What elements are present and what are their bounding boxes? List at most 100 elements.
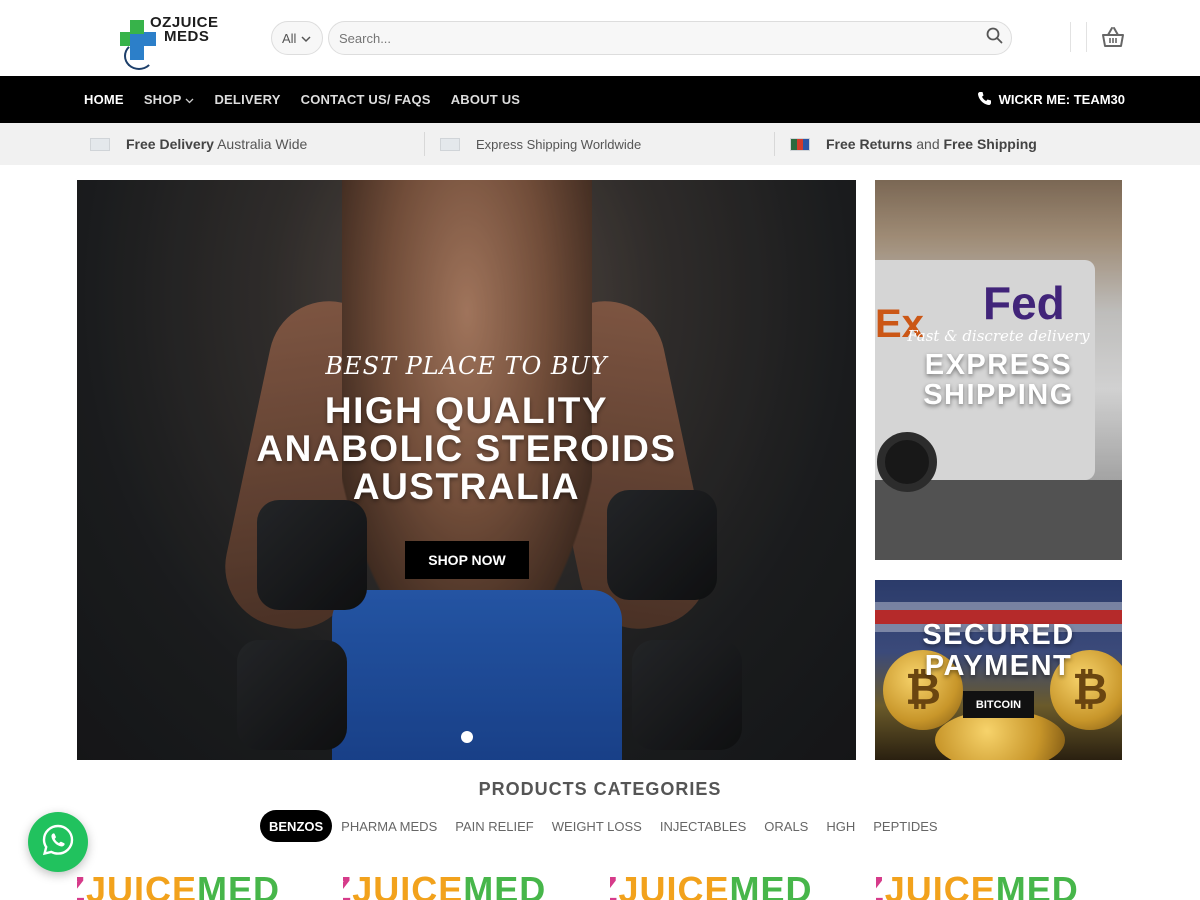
shop-now-button[interactable]: SHOP NOW — [405, 541, 529, 579]
search-category-select[interactable]: All — [271, 21, 323, 55]
info-item-shipping: Express Shipping Worldwide — [440, 123, 641, 165]
hero-slider: BEST PLACE TO BUY HIGH QUALITY ANABOLIC … — [77, 180, 856, 760]
express-shipping-banner[interactable]: Fed Ex Fast & discrete delivery EXPRESS … — [875, 180, 1122, 560]
product-image-brand: ZJUICEMED — [343, 869, 546, 900]
product-card[interactable]: ZJUICEMED — [876, 855, 1122, 900]
whatsapp-chat-button[interactable] — [28, 812, 88, 872]
info-item-delivery: Free Delivery Australia Wide — [90, 123, 307, 165]
banner-title-line: PAYMENT — [924, 650, 1073, 682]
nav-contact-label: WICKR ME: TEAM30 — [998, 92, 1125, 107]
info-text: Express Shipping Worldwide — [476, 136, 642, 152]
nav-contact-link[interactable]: WICKR ME: TEAM30 — [977, 76, 1125, 123]
nav-item-delivery[interactable]: DELIVERY — [214, 92, 280, 107]
brand-text: Z — [77, 869, 86, 900]
chevron-down-icon — [301, 31, 311, 46]
product-image-brand: ZJUICEMED — [77, 869, 280, 900]
cart-button[interactable] — [1100, 26, 1126, 50]
hero-title-line: HIGH QUALITY — [324, 390, 609, 431]
nav-item-label: DELIVERY — [214, 92, 281, 107]
basket-icon — [1100, 27, 1126, 52]
header-divider — [1086, 22, 1087, 52]
nav-item-label: CONTACT US/ FAQS — [300, 92, 431, 107]
brand-text: JUICE — [884, 869, 996, 900]
product-image-brand: ZJUICEMED — [610, 869, 813, 900]
site-header: OZJUICE MEDS All — [0, 0, 1200, 76]
banner-title: EXPRESS SHIPPING — [875, 350, 1122, 410]
phone-icon — [977, 91, 992, 109]
hero-title-line: ANABOLIC STEROIDS — [256, 428, 677, 469]
tab-peptides[interactable]: PEPTIDES — [864, 810, 946, 842]
secured-payment-banner[interactable]: ₿ ₿ SECURED PAYMENT BITCOIN — [875, 580, 1122, 760]
flag-icon — [440, 137, 460, 151]
chevron-down-icon — [185, 92, 194, 107]
tab-benzos[interactable]: BENZOS — [260, 810, 333, 842]
banner-title-line: EXPRESS — [924, 349, 1073, 381]
brand-text: Z — [343, 869, 352, 900]
info-text-rest: and — [912, 136, 944, 152]
nav-menu: HOME SHOP DELIVERY CONTACT US/ FAQS ABOU… — [84, 76, 520, 123]
brand-text: MED — [197, 869, 281, 900]
search-button[interactable] — [977, 21, 1011, 55]
info-item-returns: Free Returns and Free Shipping — [790, 123, 1037, 165]
info-text-bold: Free Delivery — [126, 136, 214, 152]
flag-icon — [90, 137, 110, 151]
tab-injectables[interactable]: INJECTABLES — [651, 810, 755, 842]
category-tabs: BENZOS PHARMA MEDS PAIN RELIEF WEIGHT LO… — [260, 810, 947, 842]
banner-title-line: SHIPPING — [923, 379, 1074, 411]
nav-item-shop[interactable]: SHOP — [144, 92, 195, 107]
tab-weight-loss[interactable]: WEIGHT LOSS — [543, 810, 651, 842]
main-navigation: HOME SHOP DELIVERY CONTACT US/ FAQS ABOU… — [0, 76, 1200, 123]
info-text: Free Returns and Free Shipping — [826, 136, 1037, 152]
site-logo[interactable]: OZJUICE MEDS — [120, 14, 220, 72]
nav-item-home[interactable]: HOME — [84, 92, 124, 107]
tab-pain-relief[interactable]: PAIN RELIEF — [446, 810, 543, 842]
brand-text: MED — [463, 869, 547, 900]
categories-heading: PRODUCTS CATEGORIES — [478, 779, 722, 799]
bitcoin-button[interactable]: BITCOIN — [963, 691, 1034, 718]
search-category-value: All — [282, 30, 297, 46]
tab-orals[interactable]: ORALS — [755, 810, 817, 842]
brand-text: Z — [876, 869, 885, 900]
search-input[interactable] — [339, 30, 977, 46]
banner-subtitle: Fast & discrete delivery — [907, 327, 1090, 345]
product-image-brand: ZJUICEMED — [876, 869, 1079, 900]
logo-cross-green-left — [120, 32, 130, 46]
hero-title: HIGH QUALITY ANABOLIC STEROIDS AUSTRALIA — [77, 392, 856, 506]
hero-title-line: AUSTRALIA — [352, 466, 581, 507]
info-text-bold: Free Returns — [826, 136, 913, 152]
info-text-bold: Free Shipping — [943, 136, 1037, 152]
info-divider — [774, 132, 775, 156]
product-card[interactable]: ZJUICEMED — [343, 855, 589, 900]
hero-subtitle: BEST PLACE TO BUY — [325, 352, 608, 380]
flag-icon — [790, 137, 810, 151]
brand-text: JUICE — [86, 869, 198, 900]
info-text-rest: Australia Wide — [213, 136, 308, 152]
nav-item-about[interactable]: ABOUT US — [451, 92, 521, 107]
brand-text: MED — [995, 869, 1079, 900]
tab-hgh[interactable]: HGH — [817, 810, 864, 842]
brand-text: JUICE — [352, 869, 464, 900]
whatsapp-icon — [41, 823, 75, 862]
header-divider — [1070, 22, 1071, 52]
info-divider — [424, 132, 425, 156]
product-grid: ZJUICEMED ZJUICEMED ZJUICEMED ZJUICEMED — [77, 855, 1122, 900]
stethoscope-icon — [124, 42, 154, 70]
product-card[interactable]: ZJUICEMED — [610, 855, 856, 900]
logo-text-line2: MEDS — [164, 28, 210, 45]
banner-title-line: SECURED — [922, 619, 1075, 651]
search-icon — [986, 27, 1003, 49]
info-bar: Free Delivery Australia Wide Express Shi… — [0, 123, 1200, 165]
brand-text: JUICE — [618, 869, 730, 900]
nav-item-label: HOME — [84, 92, 124, 107]
info-text: Free Delivery Australia Wide — [126, 136, 307, 152]
slider-dot[interactable] — [461, 731, 473, 743]
tab-pharma-meds[interactable]: PHARMA MEDS — [332, 810, 446, 842]
nav-item-contact[interactable]: CONTACT US/ FAQS — [301, 92, 431, 107]
brand-text: Z — [610, 869, 619, 900]
logo-cross-green-top — [130, 20, 144, 34]
brand-text: MED — [729, 869, 813, 900]
nav-item-label: SHOP — [143, 92, 182, 107]
search-bar — [328, 21, 1012, 55]
product-card[interactable]: ZJUICEMED — [77, 855, 323, 900]
nav-item-label: ABOUT US — [450, 92, 521, 107]
